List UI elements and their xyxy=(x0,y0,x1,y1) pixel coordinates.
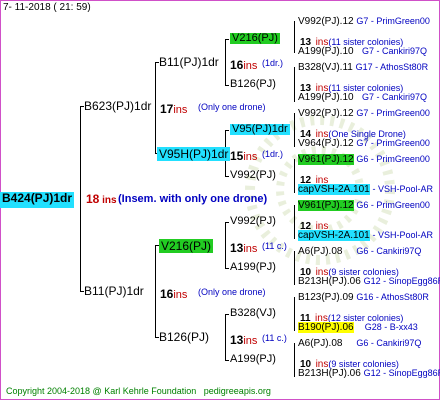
root-ins-count: 18 ins xyxy=(86,192,117,206)
gen1-top-queen[interactable]: B623(PJ)1dr xyxy=(84,100,151,112)
connector xyxy=(294,67,295,102)
connector xyxy=(225,176,229,177)
gen2-c-queen[interactable]: V216(PJ) xyxy=(159,239,214,253)
connector xyxy=(294,113,295,147)
copyright-footer: Copyright 2004-2018 @ Karl Kehrle Founda… xyxy=(6,386,271,396)
report-date: 7- 11-2018 ( 21: 59) xyxy=(3,2,91,13)
connector xyxy=(225,314,226,360)
gen2-c-note: (11 c.) xyxy=(262,241,287,251)
gen4-row[interactable]: B190(PJ).06 G28 - B-xx43 xyxy=(298,322,418,333)
connector xyxy=(294,297,295,331)
gen2-d-queen[interactable]: B126(PJ) xyxy=(159,331,209,343)
gen4-row[interactable]: capVSH-2A.101 - VSH-Pool-AR xyxy=(298,184,433,195)
connector xyxy=(80,106,81,292)
gen1-top-ins: 17ins xyxy=(160,102,188,116)
root-ins-label: ins xyxy=(102,195,117,206)
gen1-bottom-note: (Only one drone) xyxy=(198,287,266,297)
gen3-b2-queen[interactable]: V992(PJ) xyxy=(230,170,276,181)
gen2-c-ins: 13ins xyxy=(230,241,258,255)
connector xyxy=(225,39,226,85)
gen4-row[interactable]: B328(VJ).11 G17 - AthosSt80R xyxy=(298,63,428,73)
connector xyxy=(155,245,156,338)
gen3-b1-queen[interactable]: V95(PJ)1dr xyxy=(230,124,290,135)
connector xyxy=(294,159,295,193)
gen4-row[interactable]: V964(PJ).12 G7 - PrimGreen00 xyxy=(298,139,430,149)
gen2-b-queen[interactable]: V95H(PJ)1dr xyxy=(157,147,231,161)
connector xyxy=(155,62,156,154)
gen4-row[interactable]: V992(PJ).12 G7 - PrimGreen00 xyxy=(298,109,430,119)
gen3-d1-queen[interactable]: B328(VJ) xyxy=(230,308,276,319)
gen4-row[interactable]: A6(PJ).08 G6 - Cankiri97Q xyxy=(298,247,421,257)
connector xyxy=(225,85,229,86)
gen4-row[interactable]: V961(PJ).12 G6 - PrimGreen00 xyxy=(298,154,430,165)
gen4-row[interactable]: B213H(PJ).06 G12 - SinopEgg86R xyxy=(298,369,440,379)
gen4-row[interactable]: A6(PJ).08 G6 - Cankiri97Q xyxy=(298,339,421,349)
gen4-row[interactable]: A199(PJ).10 G7 - Cankiri97Q xyxy=(298,93,427,103)
gen2-b-ins: 15ins xyxy=(230,149,258,163)
gen1-bottom-queen[interactable]: B11(PJ)1dr xyxy=(84,285,144,297)
connector xyxy=(225,130,229,131)
gen3-c2-queen[interactable]: A199(PJ) xyxy=(230,262,276,273)
connector xyxy=(225,222,226,269)
gen4-row[interactable]: V961(PJ).12 G6 - PrimGreen00 xyxy=(298,200,430,211)
gen3-a1-queen[interactable]: V216(PJ) xyxy=(230,33,280,44)
root-insem-note: (Insem. with only one drone) xyxy=(118,193,268,205)
gen2-a-note: (1dr.) xyxy=(262,58,284,68)
gen2-a-queen[interactable]: B11(PJ)1dr xyxy=(159,56,219,68)
connector xyxy=(225,222,229,223)
gen1-bottom-ins: 16ins xyxy=(160,287,188,301)
gen4-row[interactable]: V992(PJ).12 G7 - PrimGreen00 xyxy=(298,17,430,27)
connector xyxy=(225,39,229,40)
connector xyxy=(294,21,295,53)
connector xyxy=(225,314,229,315)
gen4-row[interactable]: B213H(PJ).06 G12 - SinopEgg86R xyxy=(298,277,440,287)
connector xyxy=(225,268,229,269)
gen1-top-note: (Only one drone) xyxy=(198,102,266,112)
gen2-d-note: (11 c.) xyxy=(262,333,287,343)
gen3-c1-queen[interactable]: V992(PJ) xyxy=(230,216,276,227)
connector xyxy=(294,343,295,377)
gen4-row[interactable]: capVSH-2A.101 - VSH-Pool-AR xyxy=(298,230,433,241)
gen2-b-note: (1dr.) xyxy=(262,149,284,159)
site-link[interactable]: pedigreeapis.org xyxy=(204,386,271,396)
gen4-row[interactable]: A199(PJ).10 G7 - Cankiri97Q xyxy=(298,47,427,57)
root-queen[interactable]: B424(PJ)1dr xyxy=(0,192,75,208)
connector xyxy=(294,205,295,239)
gen2-a-ins: 16ins xyxy=(230,58,258,72)
connector xyxy=(225,360,229,361)
gen2-d-ins: 13ins xyxy=(230,333,258,347)
gen3-a2-queen[interactable]: B126(PJ) xyxy=(230,79,276,90)
connector xyxy=(294,251,295,285)
gen4-row[interactable]: B123(PJ).09 G16 - AthosSt80R xyxy=(298,293,429,303)
gen3-d2-queen[interactable]: A199(PJ) xyxy=(230,354,276,365)
